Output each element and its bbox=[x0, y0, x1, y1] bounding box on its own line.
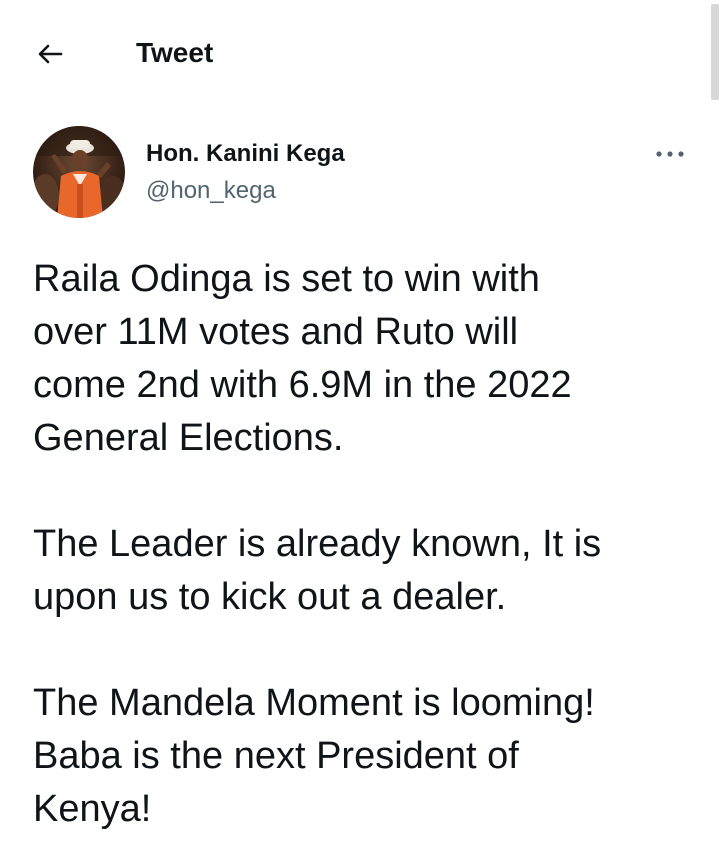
tweet-paragraph: The Mandela Moment is looming! Baba is t… bbox=[33, 682, 595, 830]
avatar[interactable] bbox=[33, 126, 125, 218]
tweet-text: Raila Odinga is set to win with over 11M… bbox=[33, 253, 713, 836]
top-bar: Tweet bbox=[0, 0, 720, 105]
author-handle[interactable]: @hon_kega bbox=[146, 176, 276, 206]
tweet-paragraph: The Leader is already known, It is upon … bbox=[33, 523, 602, 618]
more-horizontal-icon bbox=[656, 151, 684, 157]
profile-photo bbox=[33, 126, 125, 218]
scrollbar-thumb[interactable] bbox=[711, 4, 719, 100]
page-title: Tweet bbox=[136, 37, 214, 68]
scrollbar[interactable] bbox=[710, 0, 720, 105]
back-button[interactable] bbox=[30, 34, 70, 74]
arrow-left-icon bbox=[38, 44, 63, 64]
tweet-paragraph: Raila Odinga is set to win with over 11M… bbox=[33, 258, 572, 459]
more-options-button[interactable] bbox=[650, 140, 690, 168]
author-name[interactable]: Hon. Kanini Kega bbox=[146, 139, 345, 169]
